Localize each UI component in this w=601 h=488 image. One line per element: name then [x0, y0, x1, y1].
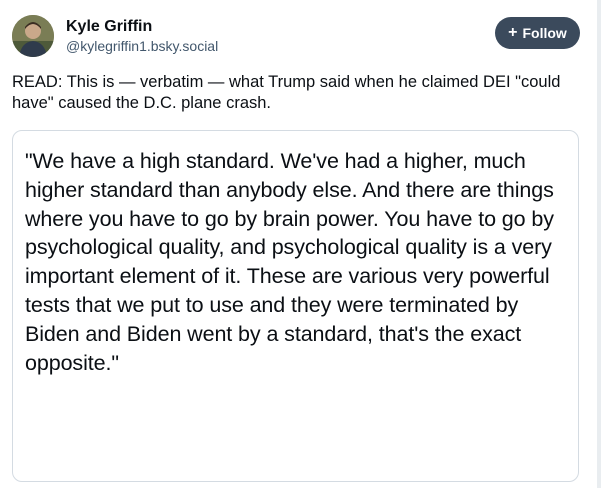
author-display-name[interactable]: Kyle Griffin [66, 17, 218, 36]
author-info: Kyle Griffin @kylegriffin1.bsky.social [66, 17, 218, 55]
post: Kyle Griffin @kylegriffin1.bsky.social +… [0, 0, 601, 488]
quote-card[interactable]: "We have a high standard. We've had a hi… [12, 130, 579, 482]
follow-button[interactable]: + Follow [495, 17, 580, 49]
avatar-image-icon [12, 15, 54, 57]
author-handle[interactable]: @kylegriffin1.bsky.social [66, 37, 218, 55]
plus-icon: + [508, 24, 518, 41]
follow-button-label: Follow [522, 25, 567, 41]
scrollbar-track [597, 0, 601, 488]
author-avatar[interactable] [12, 15, 54, 57]
post-text: READ: This is — verbatim — what Trump sa… [12, 73, 561, 112]
quote-card-text: "We have a high standard. We've had a hi… [25, 149, 554, 375]
